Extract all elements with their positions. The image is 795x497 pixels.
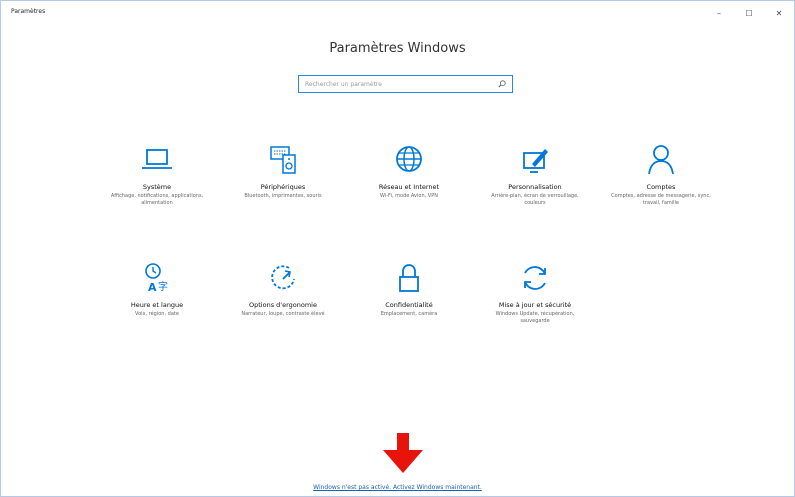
tile-heure-langue[interactable]: A 字 Heure et langue Voix, région, date [97,259,217,318]
tile-name: Comptes [646,183,676,191]
tile-reseau[interactable]: Réseau et Internet Wi-Fi, mode Avion, VP… [349,141,469,200]
person-icon [648,145,674,175]
lock-icon [399,264,419,292]
tile-peripheriques[interactable]: Périphériques Bluetooth, imprimantes, so… [223,141,343,200]
tile-description: Affichage, notifications, applications, … [110,193,204,206]
tile-description: Arrière-plan, écran de verrouillage, cou… [491,193,579,206]
tile-name: Personnalisation [508,183,562,191]
tile-systeme[interactable]: Système Affichage, notifications, applic… [97,141,217,207]
settings-window: Paramètres – ☐ ✕ Paramètres Windows Syst… [0,0,795,497]
search-input[interactable] [305,78,490,90]
ease-of-access-icon [271,265,295,290]
tile-description: Emplacement, caméra [380,311,438,317]
page-title: Paramètres Windows [329,41,466,56]
tile-comptes[interactable]: Comptes Comptes, adresse de messagerie, … [601,141,721,207]
laptop-icon [142,149,172,169]
svg-text:A: A [148,281,157,294]
maximize-button[interactable]: ☐ [734,1,764,25]
red-arrow-down-icon [383,433,423,473]
tile-mise-a-jour[interactable]: Mise à jour et sécurité Windows Update, … [475,259,595,325]
refresh-icon [524,266,546,290]
globe-icon [396,146,422,172]
activate-windows-link[interactable]: Windows n'est pas activé. Activez Window… [1,484,794,491]
tile-description: Voix, région, date [135,311,179,317]
search-icon[interactable] [498,80,506,88]
tile-name: Réseau et Internet [378,183,440,191]
tile-description: Bluetooth, imprimantes, souris [244,193,322,199]
window-controls: – ☐ ✕ [704,1,794,27]
tile-name: Périphériques [260,183,306,191]
tile-description: Windows Update, récupération, sauvegarde [495,311,575,324]
tile-ergonomie[interactable]: Options d'ergonomie Narrateur, loupe, co… [223,259,343,318]
tile-name: Confidentialité [385,301,433,309]
app-title: Paramètres [11,8,46,15]
tile-name: Système [142,183,172,191]
personalization-icon [523,149,548,173]
minimize-button[interactable]: – [704,1,734,25]
search-box[interactable] [298,75,513,93]
close-button[interactable]: ✕ [764,1,794,25]
tile-name: Options d'ergonomie [249,301,317,309]
svg-text:字: 字 [158,280,168,293]
devices-icon [270,146,296,174]
tile-description: Wi-Fi, mode Avion, VPN [380,193,438,199]
tile-confidentialite[interactable]: Confidentialité Emplacement, caméra [349,259,469,318]
tile-description: Comptes, adresse de messagerie, sync, tr… [611,193,711,206]
tile-name: Mise à jour et sécurité [498,301,572,309]
tile-name: Heure et langue [130,301,184,309]
title-bar: Paramètres – ☐ ✕ [1,1,794,27]
time-language-icon: A 字 [145,263,168,294]
tile-description: Narrateur, loupe, contraste élevé [241,311,325,317]
tile-personnalisation[interactable]: Personnalisation Arrière-plan, écran de … [475,141,595,207]
